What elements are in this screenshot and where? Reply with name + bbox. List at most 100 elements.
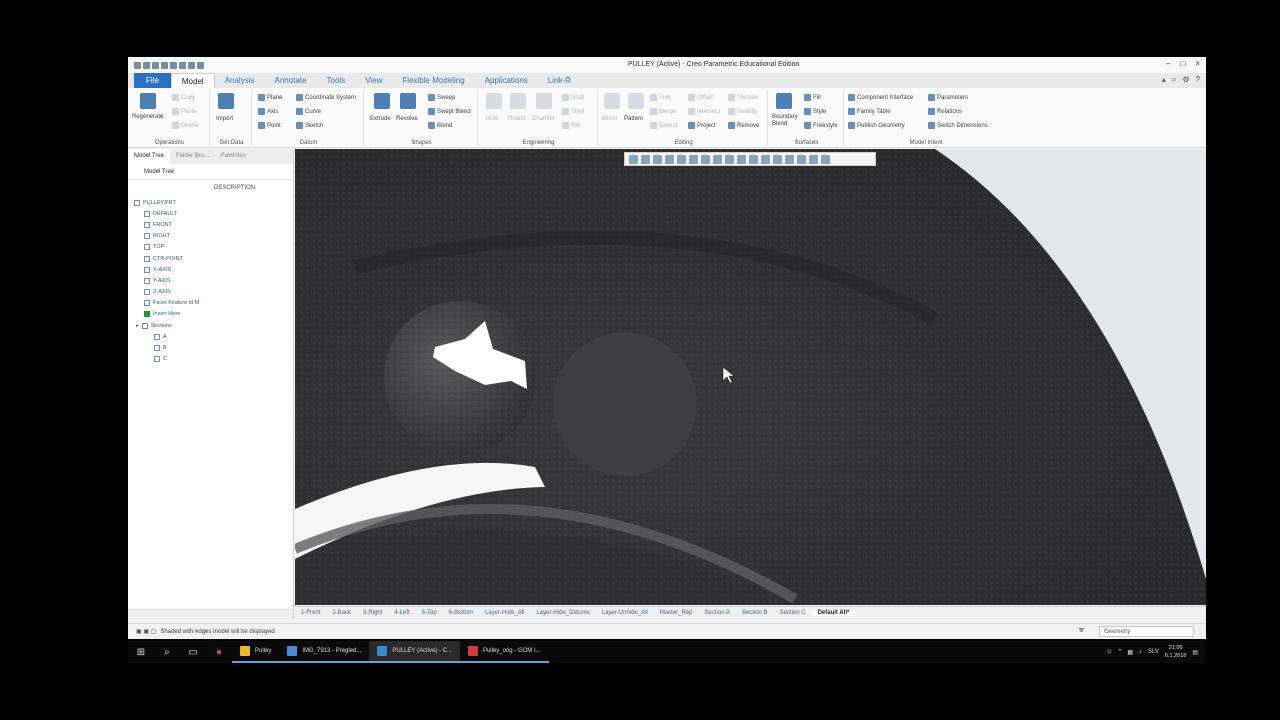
- offset-button[interactable]: Offset: [688, 94, 713, 101]
- collapse-ribbon-icon[interactable]: ▴: [1162, 75, 1166, 85]
- selection-filter-dropdown[interactable]: Geometry: [1099, 626, 1194, 637]
- help-icon[interactable]: ?: [1196, 75, 1200, 85]
- tree-item-right[interactable]: RIGHT: [134, 231, 284, 242]
- tab-favorites[interactable]: Favorites: [215, 149, 252, 164]
- graphics-viewport[interactable]: [295, 149, 1206, 605]
- close-button[interactable]: ×: [1195, 59, 1200, 68]
- language-indicator[interactable]: SLV: [1148, 649, 1159, 655]
- view-1-front[interactable]: 1-Front: [295, 610, 326, 616]
- view-2-back[interactable]: 2-Back: [326, 610, 357, 616]
- spin-center-icon[interactable]: [761, 154, 770, 164]
- view-5-top[interactable]: 5-Top: [416, 610, 443, 616]
- pattern-button[interactable]: Pattern: [624, 116, 643, 122]
- description-column-header[interactable]: DESCRIPTION: [214, 185, 255, 191]
- section-icon[interactable]: [725, 154, 734, 164]
- tab-link-r[interactable]: Link-R: [538, 73, 581, 88]
- view-layer-hide-datums[interactable]: Layer-Hide_Datums: [530, 610, 595, 616]
- zoom-in-icon[interactable]: [641, 154, 650, 164]
- thicken-button[interactable]: Thicken: [728, 94, 758, 101]
- extrude-icon[interactable]: [374, 93, 390, 109]
- perspective-icon[interactable]: [713, 154, 722, 164]
- axis-button[interactable]: Axis: [258, 108, 278, 115]
- tree-item-z-axis[interactable]: Z-AXIS: [134, 287, 284, 298]
- search-icon[interactable]: ⌕: [1172, 75, 1176, 85]
- settings-icon[interactable]: ⚙: [1182, 75, 1189, 85]
- view-default-all[interactable]: Default All*: [811, 610, 856, 616]
- view-manager-icon[interactable]: [701, 154, 710, 164]
- boundary-blend-icon[interactable]: [776, 93, 792, 109]
- import-button[interactable]: Import: [216, 116, 233, 122]
- saved-orientations-icon[interactable]: [689, 154, 698, 164]
- view-3-right[interactable]: 3-Right: [357, 610, 388, 616]
- display-style-icon[interactable]: [677, 154, 686, 164]
- hole-button[interactable]: Hole: [486, 116, 498, 122]
- parameters-button[interactable]: Parameters: [928, 94, 968, 101]
- view-section-b[interactable]: Section B: [736, 610, 774, 616]
- tray-overflow-icon[interactable]: ^: [1119, 649, 1122, 655]
- maximize-button[interactable]: □: [1180, 59, 1185, 68]
- pattern-icon[interactable]: [628, 93, 644, 109]
- round-button[interactable]: Round: [508, 116, 526, 122]
- tab-model[interactable]: Model: [170, 73, 215, 88]
- tab-analysis[interactable]: Analysis: [215, 73, 265, 88]
- tree-item-pulley[interactable]: PULLEY.PRT: [134, 197, 284, 208]
- taskbar-app-pulley[interactable]: Pulley: [232, 641, 280, 663]
- tree-item-x-axis[interactable]: X-AXIS: [134, 264, 284, 275]
- regenerate-icon[interactable]: [179, 61, 186, 69]
- view-master-rep[interactable]: Master_Rep: [654, 610, 699, 616]
- relations-button[interactable]: Relations: [928, 108, 962, 115]
- tree-item-y-axis[interactable]: Y-AXIS: [134, 275, 284, 286]
- axis-display-icon[interactable]: [785, 154, 794, 164]
- chamfer-button[interactable]: Chamfer: [532, 116, 555, 122]
- people-icon[interactable]: ☺: [1106, 649, 1112, 655]
- regenerate-icon[interactable]: [140, 93, 156, 109]
- import-icon[interactable]: [218, 93, 234, 109]
- window-icon[interactable]: [188, 61, 195, 69]
- point-display-icon[interactable]: [797, 154, 806, 164]
- trim-button[interactable]: Trim: [650, 94, 671, 101]
- model-tree-scrollbar[interactable]: [128, 609, 293, 619]
- revolve-icon[interactable]: [400, 93, 416, 109]
- point-button[interactable]: Point: [258, 122, 281, 129]
- mirror-button[interactable]: Mirror: [602, 116, 618, 122]
- notifications-icon[interactable]: ▤: [1192, 649, 1198, 656]
- mirror-icon[interactable]: [604, 93, 620, 109]
- chrome-icon[interactable]: ●: [212, 645, 226, 659]
- tree-item-section-b[interactable]: B: [134, 342, 284, 353]
- taskbar-app-creo[interactable]: PULLEY (Active) - C...: [369, 641, 460, 663]
- draft-button[interactable]: Draft: [562, 94, 584, 101]
- minimize-button[interactable]: –: [1166, 59, 1170, 68]
- undo-icon[interactable]: [161, 61, 168, 69]
- taskbar-app-gom-inspect[interactable]: Pulley_orig - GOM I...: [459, 641, 549, 663]
- intersect-button[interactable]: Intersect: [688, 108, 720, 115]
- view-layer-unhide-all[interactable]: Layer-Unhide_All: [596, 610, 654, 616]
- tab-tools[interactable]: Tools: [317, 73, 356, 88]
- search-icon[interactable]: ⌕: [160, 645, 174, 659]
- tab-file[interactable]: File: [134, 73, 171, 88]
- tree-item-top[interactable]: TOP: [134, 242, 284, 253]
- repaint-icon[interactable]: [665, 154, 674, 164]
- tab-applications[interactable]: Applications: [475, 73, 538, 88]
- status-icons[interactable]: ▣ ▣ ▢: [136, 628, 156, 635]
- family-table-button[interactable]: Family Table: [848, 108, 891, 115]
- expand-arrow-icon[interactable]: ▸: [136, 323, 139, 329]
- annotation-display-icon[interactable]: [749, 154, 758, 164]
- view-layer-hide-all[interactable]: Layer-Hide_All: [479, 610, 530, 616]
- plane-button[interactable]: Plane: [258, 94, 282, 101]
- shell-button[interactable]: Shell: [562, 108, 584, 115]
- round-icon[interactable]: [510, 93, 526, 109]
- volume-icon[interactable]: ♪: [1139, 649, 1142, 655]
- refit-icon[interactable]: [629, 154, 638, 164]
- new-icon[interactable]: [134, 61, 141, 69]
- tree-item-sections[interactable]: ▸ Sections: [134, 320, 284, 331]
- csys-display-icon[interactable]: [809, 154, 818, 164]
- remove-button[interactable]: Remove: [728, 122, 759, 129]
- tree-item-ctr-point[interactable]: CTR-POINT: [134, 253, 284, 264]
- tree-item-section-a[interactable]: A: [134, 331, 284, 342]
- component-interface-button[interactable]: Component Interface: [848, 94, 913, 101]
- coordinate-system-button[interactable]: Coordinate System: [296, 94, 356, 101]
- paste-button[interactable]: Paste: [172, 108, 196, 115]
- tree-item-front[interactable]: FRONT: [134, 219, 284, 230]
- publish-geometry-button[interactable]: Publish Geometry: [848, 122, 905, 129]
- tab-view[interactable]: View: [355, 73, 392, 88]
